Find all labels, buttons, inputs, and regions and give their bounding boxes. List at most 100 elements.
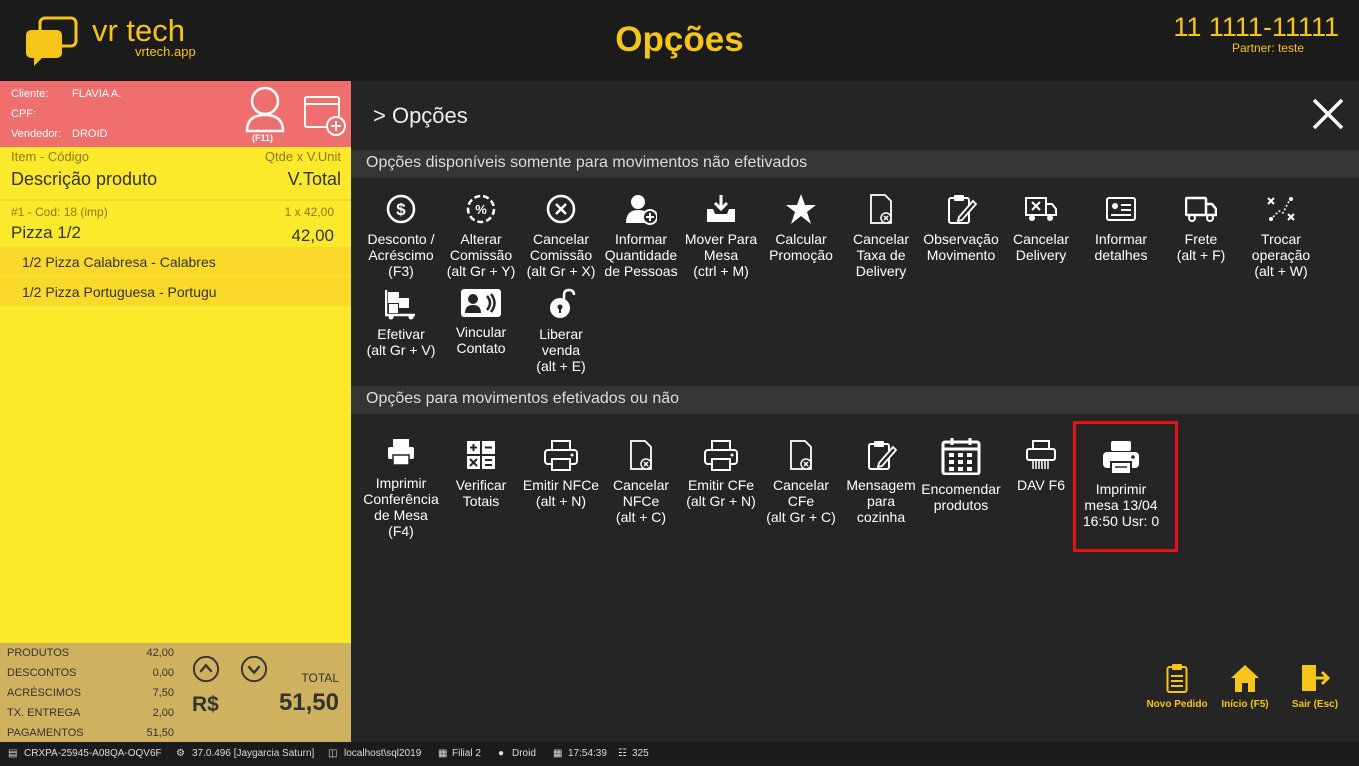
option-label-line: Verificar: [455, 477, 507, 493]
boxes-dolly-icon: [385, 290, 415, 320]
option-label-line: Observação: [923, 231, 999, 247]
svg-text:%: %: [475, 202, 487, 217]
add-person-icon: [626, 195, 657, 225]
option-observa-o-button[interactable]: Observação Movimento: [921, 193, 1001, 263]
option-informar-button[interactable]: Informar detalhes: [1081, 193, 1161, 263]
doc-cancel-icon: [630, 440, 652, 470]
option-label-line: (ctrl + M): [693, 263, 749, 279]
totals-panel: PRODUTOS 42,00 DESCONTOS 0,00 ACRÉSCIMOS…: [0, 643, 351, 742]
total-value: 51,50: [278, 689, 339, 716]
novo-pedido-button[interactable]: Novo Pedido: [1145, 663, 1209, 710]
item-total: 42,00: [291, 226, 334, 245]
chevron-up-icon[interactable]: [192, 655, 220, 683]
option-label-line: NFCe: [622, 493, 660, 509]
option-label-line: (alt + F): [1176, 247, 1226, 263]
version-label: 37.0.496 [Jaygarcia Saturn]: [192, 748, 315, 759]
option-label-line: (alt Gr + V): [366, 342, 436, 358]
tx-entrega-value: 2,00: [152, 707, 174, 719]
subitem-row[interactable]: 1/2 Pizza Portuguesa - Portugu: [0, 277, 351, 306]
option-label-line: (alt + E): [536, 358, 586, 374]
close-icon[interactable]: [1311, 97, 1345, 131]
option-label-line: Desconto /: [367, 231, 435, 247]
option-frete-button[interactable]: Frete (alt + F): [1161, 193, 1241, 263]
option-label-line: (alt + C): [615, 509, 667, 525]
option-vincular-button[interactable]: Vincular Contato: [441, 286, 521, 356]
percent-circle-icon: %: [466, 194, 496, 224]
option-dav-f6-button[interactable]: DAV F6: [1001, 439, 1081, 493]
option-label-line: Quantidade: [604, 247, 678, 263]
option-desconto-button[interactable]: $ Desconto / Acréscimo (F3): [361, 193, 441, 279]
option-cancelar-button[interactable]: Cancelar Taxa de Delivery: [841, 193, 921, 279]
option-label-line: Trocar: [1261, 231, 1301, 247]
option-label-line: (alt Gr + Y): [446, 263, 516, 279]
option-label-line: Emitir NFCe: [522, 477, 600, 493]
option-label-line: DAV F6: [1017, 477, 1065, 493]
sair-button[interactable]: Sair (Esc): [1287, 663, 1343, 710]
vendedor-value: DROID: [72, 128, 108, 140]
options-panel: > Opções Opções disponíveis somente para…: [351, 81, 1359, 742]
partner-label: Partner: teste: [1231, 41, 1304, 55]
unlock-icon: [550, 288, 576, 318]
option-label-line: (alt + W): [1254, 263, 1308, 279]
customer-bar[interactable]: Cliente: FLAVIA A. CPF: Vendedor: DROID …: [0, 81, 351, 147]
option-emitir-cfe-button[interactable]: Emitir CFe (alt Gr + N): [681, 439, 761, 509]
option-informar-button[interactable]: Informar Quantidade de Pessoas: [601, 193, 681, 279]
option-label-line: (alt Gr + N): [686, 493, 756, 509]
acrescimos-value: 7,50: [152, 687, 174, 699]
option-label-line: Mensagem: [846, 477, 916, 493]
breadcrumb: > Opções: [373, 103, 468, 128]
option-liberar-button[interactable]: Liberar venda (alt + E): [521, 288, 601, 374]
option-efetivar-button[interactable]: Efetivar (alt Gr + V): [361, 288, 441, 358]
option-verificar-button[interactable]: Verificar Totais: [441, 439, 521, 509]
option-emitir-nfce-button[interactable]: Emitir NFCe (alt + N): [521, 439, 601, 509]
status-bar: ▤ CRXPA-25945-A08QA-OQV6F ⚙ 37.0.496 [Ja…: [0, 742, 1359, 766]
cart-icon: ☷: [618, 748, 627, 759]
option-cancelar-button[interactable]: Cancelar CFe (alt Gr + C): [761, 439, 841, 525]
currency-symbol: R$: [192, 693, 219, 716]
user-icon[interactable]: [244, 85, 286, 133]
phone-number: 11 1111-11111: [1173, 12, 1339, 42]
option-cancelar-button[interactable]: Cancelar Comissão (alt Gr + X): [521, 193, 601, 279]
printer-small-icon: [388, 439, 414, 466]
option-label-line: Alterar: [460, 231, 502, 247]
option-label-line: Encomendar: [921, 481, 1001, 497]
option-label-line: Informar: [1094, 231, 1148, 247]
option-label-line: de Mesa: [374, 507, 428, 523]
terminal-icon: ▤: [8, 748, 18, 759]
inicio-button[interactable]: Início (F5): [1215, 663, 1275, 710]
clipboard-pen-icon: [868, 441, 897, 470]
option-label-line: Cancelar: [772, 477, 830, 493]
inicio-label: Início (F5): [1221, 699, 1269, 710]
section-header-not-effective: Opções disponíveis somente para moviment…: [351, 150, 1359, 178]
chevron-down-icon[interactable]: [240, 655, 268, 683]
f11-hint: (F11): [252, 133, 274, 143]
cliente-label: Cliente:: [11, 88, 49, 100]
doc-cancel-icon: [790, 440, 812, 470]
option-trocar-button[interactable]: Trocar operação (alt + W): [1241, 193, 1321, 279]
top-bar: vr tech vrtech.app Opções 11 1111-11111 …: [0, 0, 1359, 81]
option-mensagem-button[interactable]: Mensagem para cozinha: [841, 439, 921, 525]
new-window-add-icon[interactable]: [303, 95, 347, 137]
option-label-line: Calcular: [775, 231, 827, 247]
move-tray-icon: [707, 195, 735, 222]
svg-text:$: $: [396, 200, 406, 219]
option-cancelar-button[interactable]: Cancelar NFCe (alt + C): [601, 439, 681, 525]
item-name[interactable]: Pizza 1/2: [11, 223, 81, 243]
option-mover-para-button[interactable]: Mover Para Mesa (ctrl + M): [681, 193, 761, 279]
option-calcular-button[interactable]: Calcular Promoção: [761, 193, 841, 263]
time-label: 17:54:39: [568, 748, 607, 759]
option-label-line: (F4): [388, 523, 414, 539]
option-label-line: Cancelar: [852, 231, 910, 247]
option-label-line: Vincular: [455, 324, 507, 340]
exit-door-icon: [1302, 665, 1330, 691]
option-alterar-button[interactable]: % Alterar Comissão (alt Gr + Y): [441, 193, 521, 279]
option-imprimir-button[interactable]: Imprimir Conferência de Mesa (F4): [361, 437, 441, 539]
option-label-line: Acréscimo: [368, 247, 434, 263]
clipboard-pen-icon: [948, 195, 977, 224]
option-encomendar-button[interactable]: Encomendar produtos: [921, 437, 1001, 513]
subitem-row[interactable]: 1/2 Pizza Calabresa - Calabres: [0, 247, 351, 276]
option-cancelar-button[interactable]: Cancelar Delivery: [1001, 193, 1081, 263]
descontos-value: 0,00: [152, 667, 174, 679]
option-label-line: Imprimir: [375, 475, 427, 491]
option-label-line: cozinha: [856, 509, 906, 525]
